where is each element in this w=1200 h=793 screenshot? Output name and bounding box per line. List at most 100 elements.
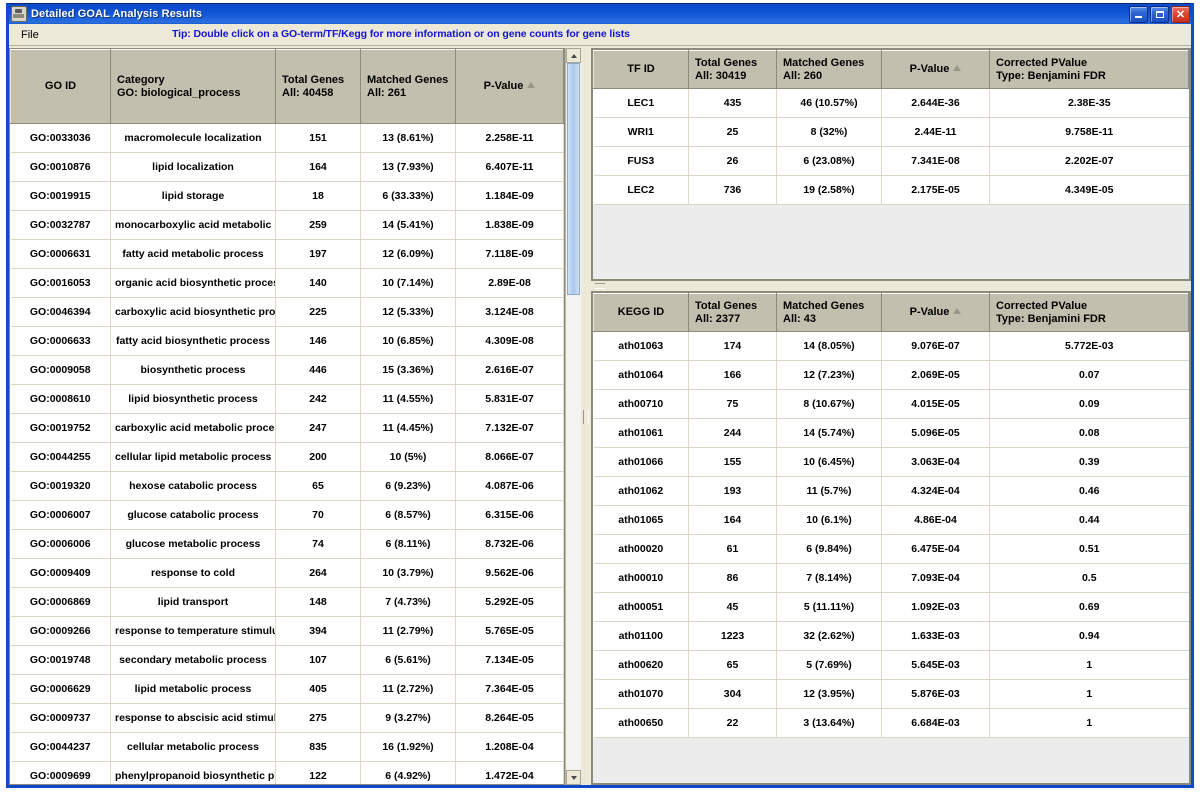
table-cell[interactable]: 4.86E-04	[881, 505, 990, 535]
table-cell[interactable]: 1	[989, 679, 1189, 709]
table-cell[interactable]: 9.758E-11	[989, 117, 1189, 147]
table-cell[interactable]: LEC2	[593, 175, 689, 205]
table-cell[interactable]: 11 (4.55%)	[360, 384, 456, 414]
table-cell[interactable]: fatty acid biosynthetic process	[110, 326, 276, 356]
table-cell[interactable]: 9.076E-07	[881, 331, 990, 361]
table-cell[interactable]: 1.633E-03	[881, 621, 990, 651]
table-cell[interactable]: 45	[688, 592, 777, 622]
tf-column-header[interactable]: TF ID	[593, 50, 689, 89]
table-cell[interactable]: lipid biosynthetic process	[110, 384, 276, 414]
table-cell[interactable]: lipid transport	[110, 587, 276, 617]
table-cell[interactable]: 148	[275, 587, 361, 617]
table-cell[interactable]: GO:0044237	[10, 732, 111, 762]
table-cell[interactable]: secondary metabolic process	[110, 645, 276, 675]
table-row[interactable]: ath01065 164 10 (6.1%) 4.86E-04 0.44	[593, 505, 1189, 535]
table-cell[interactable]: 164	[688, 505, 777, 535]
table-cell[interactable]: 0.39	[989, 447, 1189, 477]
table-cell[interactable]: 1.472E-04	[455, 761, 564, 784]
table-cell[interactable]: GO:0006633	[10, 326, 111, 356]
table-cell[interactable]: ath01063	[593, 331, 689, 361]
table-cell[interactable]: 6 (8.11%)	[360, 529, 456, 559]
table-cell[interactable]: 0.09	[989, 389, 1189, 419]
table-row[interactable]: ath01063 174 14 (8.05%) 9.076E-07 5.772E-03	[593, 331, 1189, 361]
table-cell[interactable]: ath00620	[593, 650, 689, 680]
table-row[interactable]: ath01070 304 12 (3.95%) 5.876E-03 1	[593, 679, 1189, 709]
go-column-header[interactable]: P-Value	[455, 49, 564, 124]
table-cell[interactable]: 7.134E-05	[455, 645, 564, 675]
table-row[interactable]: ath00020 61 6 (9.84%) 6.475E-04 0.51	[593, 534, 1189, 564]
table-row[interactable]: GO:0010876 lipid localization 164 13 (7.93%…	[10, 152, 564, 182]
go-table-scroll-viewport[interactable]: GO ID Category GO: biological_process Total…	[10, 49, 564, 784]
table-cell[interactable]: 5.292E-05	[455, 587, 564, 617]
table-cell[interactable]: 74	[275, 529, 361, 559]
table-cell[interactable]: 174	[688, 331, 777, 361]
table-cell[interactable]: 86	[688, 563, 777, 593]
table-cell[interactable]: macromolecule localization	[110, 123, 276, 153]
table-cell[interactable]: 25	[688, 117, 777, 147]
table-cell[interactable]: GO:0006631	[10, 239, 111, 269]
table-cell[interactable]: GO:0044255	[10, 442, 111, 472]
kegg-column-header[interactable]: Total Genes All: 2377	[688, 293, 777, 332]
table-cell[interactable]: 15 (3.36%)	[360, 355, 456, 385]
table-cell[interactable]: 11 (5.7%)	[776, 476, 882, 506]
table-cell[interactable]: 10 (7.14%)	[360, 268, 456, 298]
table-row[interactable]: GO:0019752 carboxylic acid metabolic proc…	[10, 413, 564, 443]
go-column-header[interactable]: Category GO: biological_process	[110, 49, 276, 124]
table-cell[interactable]: 26	[688, 146, 777, 176]
table-row[interactable]: GO:0009058 biosynthetic process 446 15 (3.3…	[10, 355, 564, 385]
table-row[interactable]: WRI1 25 8 (32%) 2.44E-11 9.758E-11	[593, 117, 1189, 147]
table-cell[interactable]: GO:0006006	[10, 529, 111, 559]
table-cell[interactable]: LEC1	[593, 88, 689, 118]
table-cell[interactable]: 122	[275, 761, 361, 784]
table-row[interactable]: GO:0016053 organic acid biosynthetic proc…	[10, 268, 564, 298]
table-cell[interactable]: 4.349E-05	[989, 175, 1189, 205]
table-row[interactable]: GO:0006869 lipid transport 148 7 (4.73%) 5.2…	[10, 587, 564, 617]
table-cell[interactable]: 7 (8.14%)	[776, 563, 882, 593]
table-cell[interactable]: GO:0008610	[10, 384, 111, 414]
table-cell[interactable]: 2.069E-05	[881, 360, 990, 390]
table-cell[interactable]: 446	[275, 355, 361, 385]
table-cell[interactable]: ath01065	[593, 505, 689, 535]
table-cell[interactable]: 2.175E-05	[881, 175, 990, 205]
table-cell[interactable]: GO:0033036	[10, 123, 111, 153]
table-cell[interactable]: hexose catabolic process	[110, 471, 276, 501]
table-cell[interactable]: 7.364E-05	[455, 674, 564, 704]
table-cell[interactable]: 12 (5.33%)	[360, 297, 456, 327]
table-cell[interactable]: 5 (11.11%)	[776, 592, 882, 622]
table-cell[interactable]: 8.732E-06	[455, 529, 564, 559]
table-cell[interactable]: response to temperature stimulus	[110, 616, 276, 646]
table-cell[interactable]: 5 (7.69%)	[776, 650, 882, 680]
table-cell[interactable]: 0.94	[989, 621, 1189, 651]
table-row[interactable]: GO:0019320 hexose catabolic process 65 6 (9…	[10, 471, 564, 501]
table-cell[interactable]: 7 (4.73%)	[360, 587, 456, 617]
table-cell[interactable]: 244	[688, 418, 777, 448]
table-cell[interactable]: 2.644E-36	[881, 88, 990, 118]
table-row[interactable]: LEC1 435 46 (10.57%) 2.644E-36 2.38E-35	[593, 88, 1189, 118]
table-cell[interactable]: 166	[688, 360, 777, 390]
table-cell[interactable]: ath00051	[593, 592, 689, 622]
table-cell[interactable]: 10 (5%)	[360, 442, 456, 472]
table-cell[interactable]: ath00020	[593, 534, 689, 564]
table-cell[interactable]: 6.475E-04	[881, 534, 990, 564]
table-cell[interactable]: 14 (5.74%)	[776, 418, 882, 448]
table-cell[interactable]: 11 (2.72%)	[360, 674, 456, 704]
table-cell[interactable]: 200	[275, 442, 361, 472]
table-row[interactable]: ath00620 65 5 (7.69%) 5.645E-03 1	[593, 650, 1189, 680]
table-cell[interactable]: 11 (2.79%)	[360, 616, 456, 646]
table-cell[interactable]: 12 (6.09%)	[360, 239, 456, 269]
minimize-button[interactable]	[1129, 6, 1148, 23]
table-cell[interactable]: 8 (32%)	[776, 117, 882, 147]
table-cell[interactable]: 2.202E-07	[989, 146, 1189, 176]
table-cell[interactable]: 264	[275, 558, 361, 588]
table-cell[interactable]: 14 (5.41%)	[360, 210, 456, 240]
table-cell[interactable]: cellular lipid metabolic process	[110, 442, 276, 472]
table-row[interactable]: ath01061 244 14 (5.74%) 5.096E-05 0.08	[593, 418, 1189, 448]
table-cell[interactable]: 275	[275, 703, 361, 733]
table-cell[interactable]: 405	[275, 674, 361, 704]
table-cell[interactable]: 5.645E-03	[881, 650, 990, 680]
table-cell[interactable]: lipid localization	[110, 152, 276, 182]
table-cell[interactable]: response to cold	[110, 558, 276, 588]
table-cell[interactable]: 8 (10.67%)	[776, 389, 882, 419]
table-cell[interactable]: 304	[688, 679, 777, 709]
table-row[interactable]: ath01100 1223 32 (2.62%) 1.633E-03 0.94	[593, 621, 1189, 651]
